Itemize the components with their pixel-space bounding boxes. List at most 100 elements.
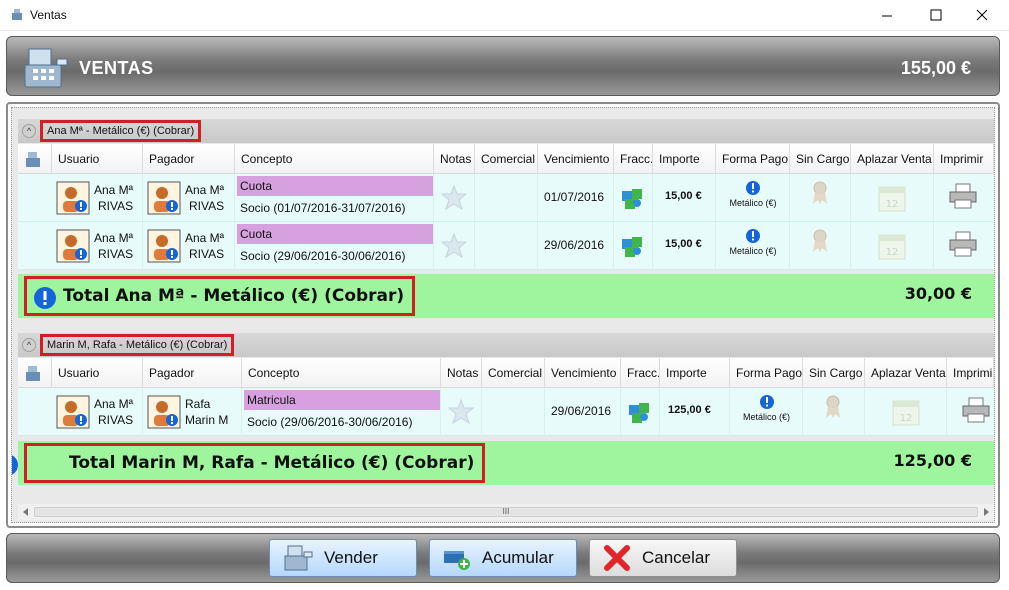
- col-notas[interactable]: Notas: [441, 358, 482, 388]
- collapse-toggle[interactable]: ^: [22, 124, 36, 138]
- group-total-bar: Total Marin M, Rafa - Metálico (€) (Cobr…: [12, 441, 994, 485]
- puzzle-icon[interactable]: [619, 231, 647, 259]
- col-concepto[interactable]: Concepto: [235, 144, 434, 174]
- cancel-label: Cancelar: [642, 548, 711, 567]
- info-icon: [759, 395, 774, 409]
- col-aplazar-venta[interactable]: Aplazar Venta: [851, 144, 934, 174]
- vender-button[interactable]: Vender: [269, 539, 417, 577]
- cell-imprimir: [934, 222, 994, 270]
- page-title: VENTAS: [79, 58, 154, 78]
- col-usuario[interactable]: Usuario: [52, 358, 143, 388]
- scrollbar-thumb[interactable]: III: [34, 507, 978, 517]
- puzzle-icon[interactable]: [626, 397, 654, 425]
- printer-icon[interactable]: [961, 396, 991, 424]
- user-first-name: Ana Mª: [94, 231, 134, 245]
- collapse-toggle[interactable]: ^: [22, 338, 36, 352]
- cell-forma-pago: Metálico (€): [716, 222, 790, 270]
- col-vencimiento[interactable]: Vencimiento: [538, 144, 614, 174]
- col-pagador[interactable]: Pagador: [143, 144, 235, 174]
- user-avatar-icon: [56, 395, 90, 429]
- cell-vencimiento: 29/06/2016: [545, 388, 621, 436]
- star-icon[interactable]: [440, 184, 468, 212]
- col-pagador[interactable]: Pagador: [143, 358, 242, 388]
- payer-last-name: Marin M: [185, 413, 229, 427]
- cell-usuario: Ana Mª RIVAS: [52, 222, 143, 270]
- amount: 15,00 €: [665, 190, 702, 202]
- minimize-icon[interactable]: [864, 0, 910, 31]
- col-fracc[interactable]: Fracc.: [621, 358, 660, 388]
- group-total-label: Total Ana Mª - Metálico (€) (Cobrar): [24, 276, 416, 316]
- star-icon[interactable]: [440, 232, 468, 260]
- cell-pagador: Ana Mª RIVAS: [143, 174, 235, 222]
- cell-aplazar: 12: [851, 222, 934, 270]
- col-fracc[interactable]: Fracc.: [614, 144, 653, 174]
- cell-sin-cargo: [790, 222, 851, 270]
- col-forma-pago[interactable]: Forma Pago: [730, 358, 803, 388]
- cell-sin-cargo: [790, 174, 851, 222]
- concept-detail: Socio (29/06/2016-30/06/2016): [247, 415, 413, 429]
- cell-concepto: Cuota Socio (29/06/2016-30/06/2016): [235, 222, 434, 270]
- group-header[interactable]: ^ Marin M, Rafa - Metálico (€) (Cobrar): [18, 333, 994, 357]
- ribbon-icon[interactable]: [808, 180, 832, 206]
- user-avatar-icon: [147, 229, 181, 263]
- printer-icon[interactable]: [948, 182, 978, 210]
- table-row[interactable]: Ana Mª RIVAS Ana Mª RIVAS Cuota Socio (29/…: [18, 222, 994, 270]
- cancel-button[interactable]: Cancelar: [589, 539, 737, 577]
- ribbon-icon[interactable]: [821, 394, 845, 420]
- col-importe[interactable]: Importe: [660, 358, 730, 388]
- calendar-icon[interactable]: 12: [877, 183, 907, 213]
- col-importe[interactable]: Importe: [653, 144, 716, 174]
- cell-fracc: [621, 388, 660, 436]
- calendar-icon[interactable]: 12: [877, 231, 907, 261]
- table-row[interactable]: Ana Mª RIVAS Rafa Marin M Matricula Socio …: [18, 388, 994, 436]
- scroll-left-icon[interactable]: [19, 504, 33, 520]
- ribbon-icon[interactable]: [808, 228, 832, 254]
- concept-tag: Matricula: [244, 390, 440, 410]
- column-icon: [18, 144, 52, 174]
- printer-icon[interactable]: [948, 230, 978, 258]
- column-header-row: Usuario Pagador Concepto Notas Comercial…: [18, 358, 994, 388]
- info-icon: [746, 229, 760, 243]
- cash-register-icon: [24, 48, 68, 88]
- user-avatar-icon: [56, 181, 90, 215]
- col-concepto[interactable]: Concepto: [242, 358, 441, 388]
- cell-comercial: [475, 174, 538, 222]
- cell-concepto: Cuota Socio (01/07/2016-31/07/2016): [235, 174, 434, 222]
- due-date: 01/07/2016: [544, 190, 605, 204]
- col-imprimir[interactable]: Imprimir: [934, 144, 994, 174]
- table-row[interactable]: Ana Mª RIVAS Ana Mª RIVAS Cuota Socio (01/…: [18, 174, 994, 222]
- svg-text:12: 12: [900, 413, 913, 424]
- close-icon[interactable]: [959, 0, 1005, 31]
- cell-forma-pago: Metálico (€): [716, 174, 790, 222]
- col-comercial[interactable]: Comercial: [475, 144, 538, 174]
- cell-aplazar: 12: [851, 174, 934, 222]
- cell-comercial: [482, 388, 545, 436]
- due-date: 29/06/2016: [544, 238, 605, 252]
- col-sin-cargo[interactable]: Sin Cargo: [790, 144, 851, 174]
- acumular-button[interactable]: Acumular: [429, 539, 577, 577]
- col-notas[interactable]: Notas: [434, 144, 475, 174]
- cell-imprimir: [934, 174, 994, 222]
- col-forma-pago[interactable]: Forma Pago: [716, 144, 790, 174]
- col-vencimiento[interactable]: Vencimiento: [545, 358, 621, 388]
- calendar-icon[interactable]: 12: [891, 397, 921, 427]
- col-usuario[interactable]: Usuario: [52, 144, 143, 174]
- maximize-icon[interactable]: [913, 0, 959, 31]
- scroll-right-icon[interactable]: [979, 504, 993, 520]
- col-imprimir[interactable]: Imprimir: [947, 358, 994, 388]
- user-avatar-icon: [56, 229, 90, 263]
- acumular-label: Acumular: [482, 548, 554, 567]
- cell-comercial: [475, 222, 538, 270]
- puzzle-icon[interactable]: [619, 183, 647, 211]
- user-avatar-icon: [147, 181, 181, 215]
- horizontal-scrollbar[interactable]: III: [18, 504, 994, 520]
- group-header[interactable]: ^ Ana Mª - Metálico (€) (Cobrar): [18, 119, 994, 143]
- col-aplazar-venta[interactable]: Aplazar Venta: [865, 358, 947, 388]
- cell-concepto: Matricula Socio (29/06/2016-30/06/2016): [242, 388, 441, 436]
- payer-first-name: Ana Mª: [185, 231, 225, 245]
- col-sin-cargo[interactable]: Sin Cargo: [803, 358, 865, 388]
- star-icon[interactable]: [447, 398, 475, 426]
- cell-sin-cargo: [803, 388, 865, 436]
- col-comercial[interactable]: Comercial: [482, 358, 545, 388]
- amount: 15,00 €: [665, 238, 702, 250]
